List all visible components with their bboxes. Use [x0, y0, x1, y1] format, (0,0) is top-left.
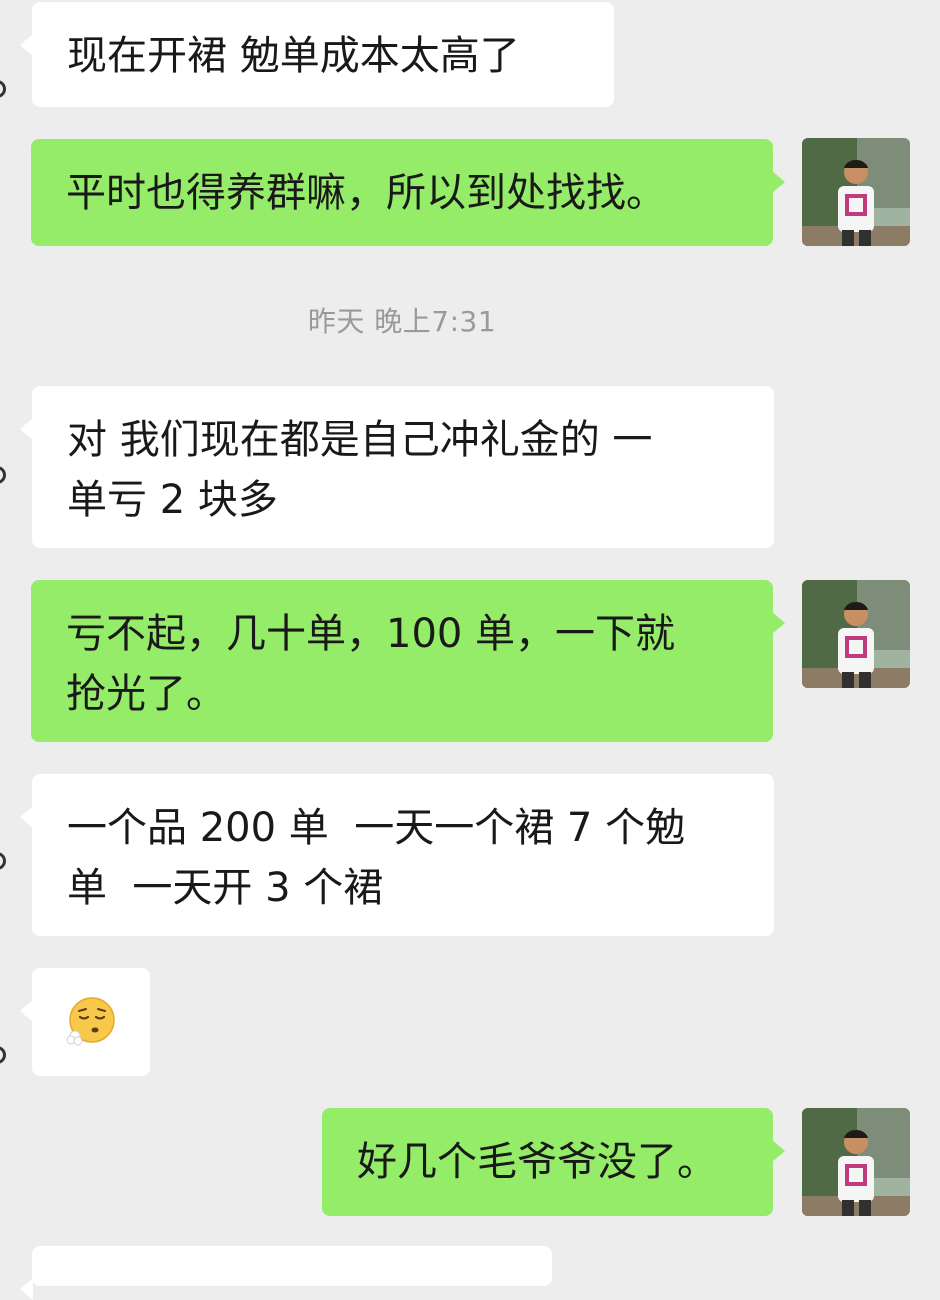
- avatar-photo-icon: [802, 1108, 910, 1216]
- incoming-avatar-edge[interactable]: [0, 466, 6, 484]
- incoming-avatar-edge[interactable]: [0, 1046, 6, 1064]
- message-text-line: 抢光了。: [66, 671, 226, 717]
- incoming-avatar-edge[interactable]: [0, 852, 6, 870]
- sighing-face-icon: [66, 997, 115, 1046]
- avatar[interactable]: [802, 1108, 910, 1216]
- message-bubble-incoming[interactable]: 现在开裙 勉单成本太高了: [20, 2, 614, 107]
- message-text-line: 单亏 2 块多: [67, 477, 278, 523]
- message-text-line: 一个品 200 单 一天一个裙 7 个勉: [67, 805, 686, 851]
- chat-window: 现在开裙 勉单成本太高了 平时也得养群嘛，所以到处找找。 昨天 晚上7:31 对…: [0, 0, 940, 1300]
- message-text: 现在开裙 勉单成本太高了: [67, 33, 520, 79]
- avatar-photo-icon: [802, 580, 910, 688]
- message-bubble-outgoing[interactable]: 好几个毛爷爷没了。: [322, 1108, 785, 1216]
- message-text-line: 亏不起，几十单，100 单，一下就: [66, 611, 676, 657]
- message-bubble-incoming[interactable]: [20, 968, 150, 1076]
- message-bubble-outgoing[interactable]: 亏不起，几十单，100 单，一下就 抢光了。: [31, 580, 785, 742]
- incoming-avatar-edge[interactable]: [0, 80, 6, 98]
- timestamp: 昨天 晚上7:31: [307, 305, 497, 338]
- message-text-line: 单 一天开 3 个裙: [67, 865, 384, 911]
- message-text: 平时也得养群嘛，所以到处找找。: [66, 170, 666, 216]
- avatar[interactable]: [802, 138, 910, 246]
- avatar-photo-icon: [802, 138, 910, 246]
- message-text: 好几个毛爷爷没了。: [357, 1139, 717, 1185]
- message-text-line: 对 我们现在都是自己冲礼金的 一: [67, 417, 653, 463]
- message-bubble-incoming[interactable]: 一个品 200 单 一天一个裙 7 个勉 单 一天开 3 个裙: [20, 774, 774, 936]
- message-bubble-incoming-partial[interactable]: [20, 1246, 552, 1300]
- message-bubble-incoming[interactable]: 对 我们现在都是自己冲礼金的 一 单亏 2 块多: [20, 386, 774, 548]
- avatar[interactable]: [802, 580, 910, 688]
- message-bubble-outgoing[interactable]: 平时也得养群嘛，所以到处找找。: [31, 139, 785, 246]
